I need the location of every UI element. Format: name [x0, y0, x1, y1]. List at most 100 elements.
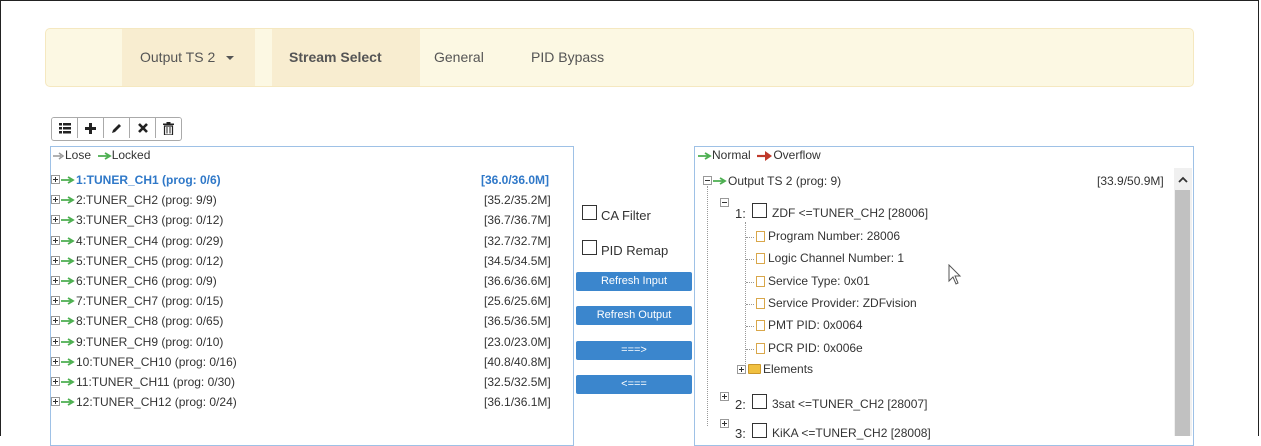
document-icon [756, 342, 765, 354]
move-right-button[interactable]: ===> [576, 341, 692, 360]
tab-stream-select[interactable]: Stream Select [272, 29, 420, 86]
input-stream-rate: [36.7/36.7M] [484, 213, 551, 228]
expand-icon[interactable] [720, 419, 729, 428]
locked-arrow-icon [61, 337, 75, 346]
input-stream-row[interactable]: 11:TUNER_CH11 (prog: 0/30) [32.5/32.5M] [51, 373, 573, 393]
input-stream-rate: [35.2/35.2M] [484, 193, 551, 208]
collapse-icon[interactable] [720, 198, 729, 207]
program-detail[interactable]: Service Type: 0x01 [768, 274, 870, 288]
document-icon [756, 320, 765, 332]
expand-icon[interactable] [51, 255, 60, 265]
collapse-icon[interactable] [703, 176, 712, 185]
program-2-label[interactable]: 3sat <=TUNER_CH2 [28007] [772, 397, 927, 411]
delete-button[interactable] [156, 118, 181, 138]
scroll-up-icon[interactable] [1178, 176, 1188, 183]
edit-button[interactable] [104, 118, 130, 138]
program-3-checkbox[interactable] [752, 423, 767, 438]
program-detail[interactable]: PCR PID: 0x006e [768, 341, 863, 355]
elements-label[interactable]: Elements [763, 362, 813, 376]
refresh-output-button[interactable]: Refresh Output [576, 306, 692, 325]
output-ts-label: Output TS 2 [140, 49, 216, 65]
input-legend: Lose Locked [53, 148, 150, 162]
expand-icon[interactable] [51, 175, 60, 184]
pencil-icon [112, 123, 121, 133]
program-detail[interactable]: PMT PID: 0x0064 [768, 318, 863, 332]
root-arrow-icon [713, 177, 727, 185]
list-icon [58, 122, 71, 133]
input-stream-row[interactable]: 5:TUNER_CH5 (prog: 0/12) [34.5/34.5M] [51, 252, 573, 272]
expand-icon[interactable] [720, 392, 729, 401]
refresh-input-button[interactable]: Refresh Input [576, 272, 692, 291]
program-3-label[interactable]: KiKA <=TUNER_CH2 [28008] [772, 426, 931, 440]
program-1-number: 1: [735, 206, 746, 221]
input-stream-row[interactable]: 12:TUNER_CH12 (prog: 0/24) [36.1/36.1M] [51, 393, 573, 413]
input-stream-rate: [25.6/25.6M] [484, 294, 551, 309]
input-toolbar [51, 117, 182, 141]
output-scrollbar-thumb[interactable] [1175, 190, 1190, 436]
program-detail[interactable]: Program Number: 28006 [768, 229, 900, 243]
tab-general-label: General [434, 49, 484, 65]
program-1-checkbox[interactable] [752, 203, 767, 218]
input-stream-label: 10:TUNER_CH10 (prog: 0/16) [76, 354, 237, 369]
expand-icon[interactable] [51, 336, 60, 346]
input-stream-panel: Lose Locked 1:TUNER_CH1 (prog: 0/6) [36.0… [50, 146, 574, 446]
ca-filter-checkbox[interactable] [582, 205, 597, 220]
output-root-label[interactable]: Output TS 2 (prog: 9) [728, 174, 841, 188]
program-2-checkbox[interactable] [752, 394, 767, 409]
move-left-button[interactable]: <=== [576, 375, 692, 394]
input-stream-rate: [36.0/36.0M] [481, 173, 550, 187]
program-detail[interactable]: Service Provider: ZDFvision [768, 296, 917, 310]
tree-line [707, 186, 708, 426]
input-stream-label: 1:TUNER_CH1 (prog: 0/6) [76, 173, 221, 187]
input-stream-label: 9:TUNER_CH9 (prog: 0/10) [76, 334, 224, 349]
lose-arrow-icon [53, 152, 65, 160]
document-icon [756, 297, 765, 309]
expand-icon[interactable] [51, 235, 60, 245]
input-stream-row[interactable]: 7:TUNER_CH7 (prog: 0/15) [25.6/25.6M] [51, 292, 573, 312]
tab-stream-select-label: Stream Select [289, 49, 382, 65]
output-root-rate: [33.9/50.9M] [1097, 174, 1164, 188]
pid-remap-checkbox[interactable] [582, 240, 597, 255]
expand-icon[interactable] [51, 276, 60, 285]
overflow-arrow-icon [757, 150, 773, 161]
input-stream-row[interactable]: 1:TUNER_CH1 (prog: 0/6) [36.0/36.0M] [51, 171, 573, 191]
program-detail[interactable]: Logic Channel Number: 1 [768, 251, 904, 265]
input-stream-row[interactable]: 10:TUNER_CH10 (prog: 0/16) [40.8/40.8M] [51, 353, 573, 373]
input-stream-row[interactable]: 4:TUNER_CH4 (prog: 0/29) [32.7/32.7M] [51, 232, 573, 252]
tree-line [746, 303, 754, 305]
input-stream-row[interactable]: 6:TUNER_CH6 (prog: 0/9) [36.6/36.6M] [51, 272, 573, 292]
expand-icon[interactable] [51, 296, 60, 306]
locked-arrow-icon [61, 257, 75, 265]
tab-general[interactable]: General [434, 29, 484, 86]
add-button[interactable] [78, 118, 104, 138]
input-stream-label: 4:TUNER_CH4 (prog: 0/29) [76, 233, 224, 248]
program-3-number: 3: [735, 426, 746, 441]
output-ts-dropdown[interactable]: Output TS 2 [122, 29, 255, 86]
close-icon [137, 123, 148, 133]
input-stream-rate: [36.6/36.6M] [484, 274, 551, 288]
input-stream-row[interactable]: 2:TUNER_CH2 (prog: 9/9) [35.2/35.2M] [51, 191, 573, 211]
normal-arrow-icon [698, 152, 712, 160]
input-stream-row[interactable]: 3:TUNER_CH3 (prog: 0/12) [36.7/36.7M] [51, 211, 573, 231]
remove-button[interactable] [130, 118, 156, 138]
expand-icon[interactable] [51, 316, 60, 326]
input-stream-row[interactable]: 8:TUNER_CH8 (prog: 0/65) [36.5/36.5M] [51, 312, 573, 332]
expand-icon[interactable] [51, 356, 60, 366]
expand-icon[interactable] [51, 397, 60, 407]
tree-line [746, 259, 754, 261]
locked-arrow-icon [61, 317, 75, 326]
input-stream-rate: [40.8/40.8M] [484, 354, 551, 369]
tab-pid-bypass-label: PID Bypass [531, 49, 605, 65]
expand-icon[interactable] [51, 195, 60, 205]
expand-icon[interactable] [51, 377, 60, 386]
expand-icon[interactable] [737, 365, 746, 374]
mouse-cursor-icon [948, 264, 962, 285]
input-stream-rate: [34.5/34.5M] [484, 253, 551, 268]
list-button[interactable] [52, 118, 78, 138]
program-1-label[interactable]: ZDF <=TUNER_CH2 [28006] [772, 206, 928, 220]
tab-pid-bypass[interactable]: PID Bypass [531, 29, 604, 86]
input-stream-row[interactable]: 9:TUNER_CH9 (prog: 0/10) [23.0/23.0M] [51, 333, 573, 353]
expand-icon[interactable] [51, 215, 60, 225]
legend-normal-label: Normal [712, 148, 751, 162]
input-stream-label: 5:TUNER_CH5 (prog: 0/12) [76, 253, 224, 268]
